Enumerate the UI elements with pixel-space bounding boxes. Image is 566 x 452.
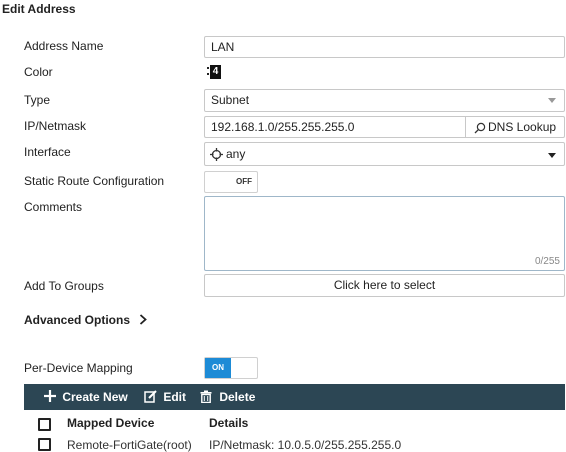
dns-lookup-label: DNS Lookup [488,120,557,134]
page-title: Edit Address [2,2,76,16]
trash-icon [200,390,212,404]
ip-netmask-input[interactable]: 192.168.1.0/255.255.255.0 [204,116,466,138]
type-value: Subnet [211,93,250,107]
add-to-groups-button-label: Click here to select [333,278,436,292]
crosshair-icon [210,148,223,161]
chevron-down-icon [548,153,556,158]
add-to-groups-selector[interactable]: Click here to select [204,274,565,297]
interface-value: any [226,147,246,161]
edit-icon [144,390,157,403]
per-device-mapping-toggle-state: ON [205,358,231,378]
type-select[interactable]: Subnet [204,89,565,112]
delete-label: Delete [219,390,256,404]
chevron-right-icon [140,314,148,325]
comments-textarea[interactable]: 0/255 [204,196,565,271]
type-label: Type [24,93,51,107]
create-new-button[interactable]: Create New [44,384,128,410]
address-name-value: LAN [211,40,235,54]
delete-button[interactable]: Delete [200,384,255,410]
comments-counter: 0/255 [534,256,560,267]
select-all-checkbox[interactable] [38,418,51,431]
column-header-mapped-device: Mapped Device [67,416,155,430]
create-new-label: Create New [62,390,128,404]
advanced-options-toggle[interactable]: Advanced Options [24,313,148,327]
search-icon [474,122,486,134]
per-device-mapping-toggle[interactable]: ON [204,357,258,379]
address-name-label: Address Name [24,39,104,53]
plus-icon [44,390,56,402]
dns-lookup-button[interactable]: DNS Lookup [465,116,565,138]
interface-select[interactable]: any [204,142,565,166]
comments-label: Comments [24,200,83,214]
row-checkbox[interactable] [38,438,51,451]
mapped-device-cell: Remote-FortiGate(root) [67,438,192,452]
color-swatch: 4 [210,65,221,79]
per-device-mapping-label: Per-Device Mapping [24,361,133,375]
advanced-options-label: Advanced Options [24,313,131,327]
static-route-label: Static Route Configuration [24,174,165,188]
chevron-down-icon [548,98,556,103]
edit-button[interactable]: Edit [144,384,186,410]
ip-netmask-label: IP/Netmask [24,119,87,133]
column-header-details: Details [209,416,249,430]
mapping-toolbar: Create New Edit Delete [24,384,565,410]
ip-netmask-value: 192.168.1.0/255.255.255.0 [211,120,355,134]
interface-label: Interface [24,145,71,159]
color-picker[interactable]: 4 [207,65,223,79]
details-cell: IP/Netmask: 10.0.5.0/255.255.255.0 [209,438,402,452]
static-route-toggle-state: OFF [236,177,252,186]
color-label: Color [24,65,53,79]
edit-label: Edit [163,390,187,404]
color-dot-icon [207,73,209,75]
static-route-toggle[interactable]: OFF [204,171,258,193]
add-to-groups-label: Add To Groups [24,279,104,293]
color-dot-icon [207,67,209,69]
address-name-input[interactable]: LAN [204,36,565,58]
table-row[interactable]: Remote-FortiGate(root) IP/Netmask: 10.0.… [0,434,566,452]
